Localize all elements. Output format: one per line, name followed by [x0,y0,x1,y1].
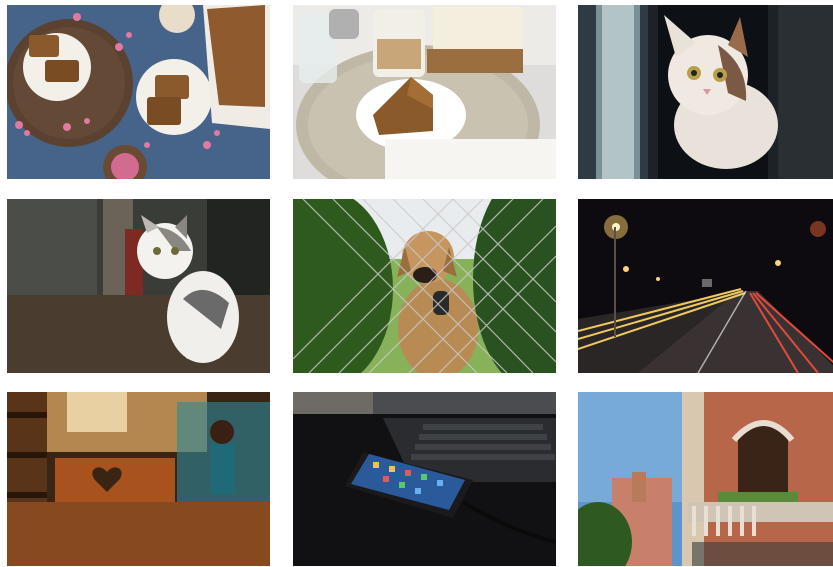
photo-latte-cake[interactable] [293,5,556,179]
photo-gallery-grid [0,0,833,567]
photo-latte-cake-image [293,5,556,179]
photo-smartphone-laptop-image [293,392,556,566]
photo-dog-fence-image [293,199,556,373]
photo-cake-slices[interactable] [7,5,270,179]
photo-smartphone-laptop[interactable] [293,392,556,566]
photo-cat-window[interactable] [578,5,833,179]
photo-cat-floor[interactable] [7,199,270,373]
photo-cat-window-image [578,5,833,179]
photo-cafe-chair-image [7,392,270,566]
photo-cat-floor-image [7,199,270,373]
photo-highway-night[interactable] [578,199,833,373]
photo-venice-buildings[interactable] [578,392,833,566]
photo-cake-slices-image [7,5,270,179]
photo-cafe-chair[interactable] [7,392,270,566]
photo-dog-fence[interactable] [293,199,556,373]
photo-highway-night-image [578,199,833,373]
photo-venice-buildings-image [578,392,833,566]
